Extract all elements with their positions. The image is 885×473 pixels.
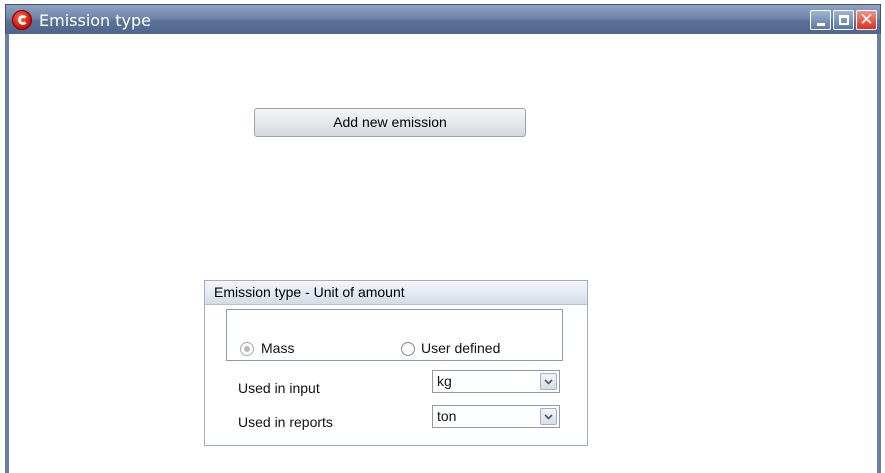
used-in-reports-dropdown-button[interactable] bbox=[540, 408, 557, 425]
mass-radio[interactable] bbox=[240, 342, 254, 356]
window-frame-right bbox=[877, 34, 881, 473]
used-in-input-label: Used in input bbox=[238, 380, 320, 396]
used-in-input-select[interactable]: kg bbox=[432, 370, 560, 393]
close-button[interactable]: ✕ bbox=[856, 10, 877, 30]
minimize-button[interactable] bbox=[810, 10, 831, 30]
used-in-reports-value: ton bbox=[437, 408, 457, 424]
user-defined-radio-label[interactable]: User defined bbox=[421, 340, 500, 356]
emission-type-window: Emission type ✕ Add new emission Emissio… bbox=[0, 0, 885, 473]
mass-radio-label[interactable]: Mass bbox=[261, 340, 294, 356]
title-bar[interactable]: Emission type ✕ bbox=[5, 4, 881, 34]
app-logo-icon bbox=[12, 10, 32, 30]
used-in-input-value: kg bbox=[437, 373, 452, 389]
chevron-down-icon bbox=[544, 414, 553, 420]
unit-radio-panel: Mass User defined bbox=[226, 309, 563, 361]
used-in-reports-label: Used in reports bbox=[238, 414, 333, 430]
chevron-down-icon bbox=[544, 379, 553, 385]
group-header: Emission type - Unit of amount bbox=[205, 281, 587, 305]
maximize-button[interactable] bbox=[833, 10, 854, 30]
close-icon: ✕ bbox=[859, 10, 874, 30]
unit-of-amount-group: Emission type - Unit of amount Mass User… bbox=[204, 280, 588, 446]
user-defined-radio[interactable] bbox=[401, 342, 415, 356]
used-in-input-dropdown-button[interactable] bbox=[540, 373, 557, 390]
minimize-icon bbox=[817, 23, 825, 26]
used-in-reports-select[interactable]: ton bbox=[432, 405, 560, 428]
window-frame-left bbox=[5, 34, 9, 473]
maximize-icon bbox=[839, 15, 849, 25]
add-new-emission-button[interactable]: Add new emission bbox=[254, 108, 526, 137]
window-title: Emission type bbox=[39, 11, 152, 30]
